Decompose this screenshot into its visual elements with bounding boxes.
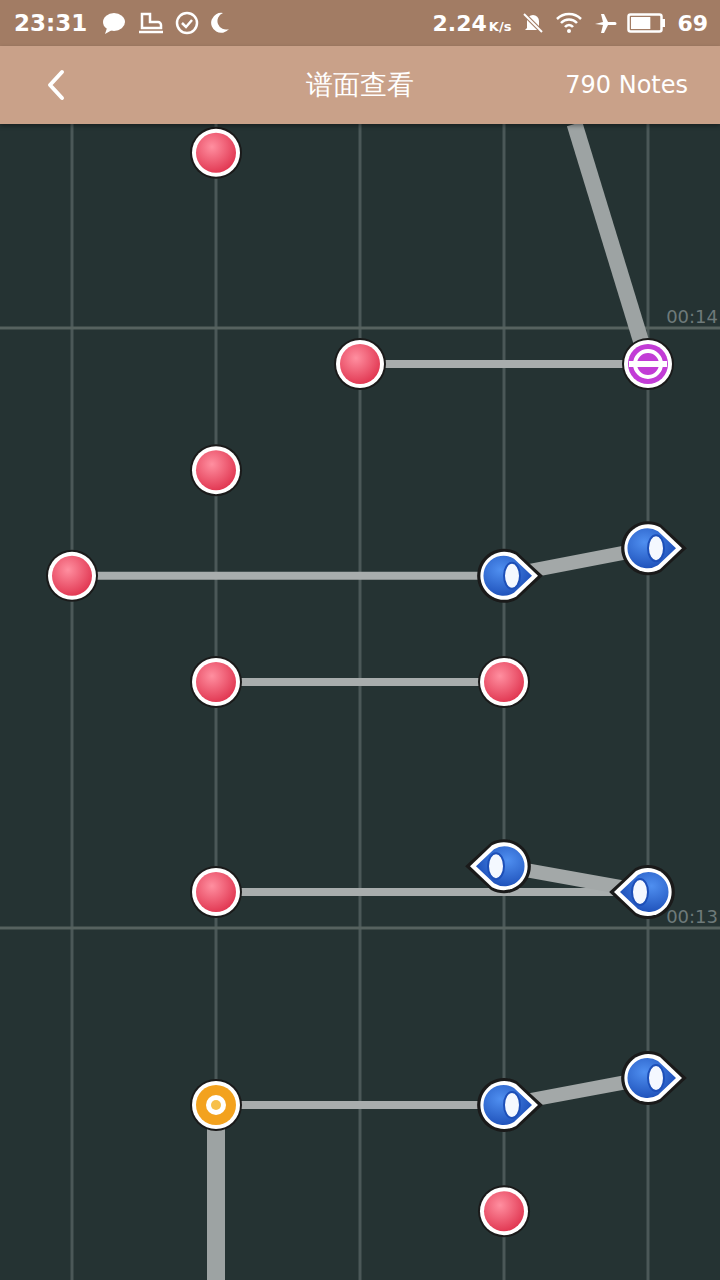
battery-level: 69 xyxy=(677,11,708,36)
tap-note xyxy=(190,656,242,708)
status-bar: 23:31 2.24K/s 69 xyxy=(0,0,720,46)
flick-note xyxy=(477,1078,543,1132)
tap-note xyxy=(190,127,242,179)
page-title: 谱面查看 xyxy=(160,67,560,103)
flick-note xyxy=(609,865,675,919)
slide-path xyxy=(575,124,648,364)
moon-icon xyxy=(209,11,231,35)
slide-note xyxy=(622,338,674,390)
sync-link xyxy=(72,572,504,580)
wifi-icon xyxy=(555,11,583,35)
flick-note xyxy=(477,549,543,603)
mute-icon xyxy=(521,11,545,35)
flick-note xyxy=(621,521,687,575)
tap-note xyxy=(46,550,98,602)
chart-drawing xyxy=(0,124,720,1280)
header-bar: 谱面查看790 Notes xyxy=(0,46,720,124)
tap-note xyxy=(190,866,242,918)
back-button[interactable] xyxy=(0,68,160,102)
sync-link xyxy=(360,360,648,368)
lane-line xyxy=(71,124,74,1280)
skate-icon xyxy=(137,11,165,35)
flick-note xyxy=(621,1051,687,1105)
tap-note xyxy=(334,338,386,390)
network-speed: 2.24K/s xyxy=(433,11,512,36)
clock: 23:31 xyxy=(14,10,87,36)
time-line xyxy=(0,327,720,330)
airplane-icon xyxy=(593,11,617,35)
sync-link xyxy=(216,678,504,686)
note-count: 790 Notes xyxy=(560,71,720,99)
battery-icon xyxy=(627,12,667,34)
time-line xyxy=(0,927,720,930)
sync-link xyxy=(216,888,648,896)
flick-note xyxy=(465,839,531,893)
sync-link xyxy=(216,1101,504,1109)
time-label: 00:14 xyxy=(666,308,718,326)
tap-note xyxy=(478,1185,530,1237)
check-icon xyxy=(175,11,199,35)
chart-canvas[interactable]: 00:14 00:13 xyxy=(0,124,720,1280)
hold-trail xyxy=(207,1105,225,1280)
hold-note xyxy=(190,1079,242,1131)
lane-line xyxy=(647,124,650,1280)
chart-viewer: 23:31 2.24K/s 69 谱面查看790 Notes 00:14 00:13 xyxy=(0,0,720,1280)
time-label: 00:13 xyxy=(666,908,718,926)
tap-note xyxy=(478,656,530,708)
tap-note xyxy=(190,444,242,496)
message-icon xyxy=(101,11,127,35)
back-icon xyxy=(44,68,68,102)
